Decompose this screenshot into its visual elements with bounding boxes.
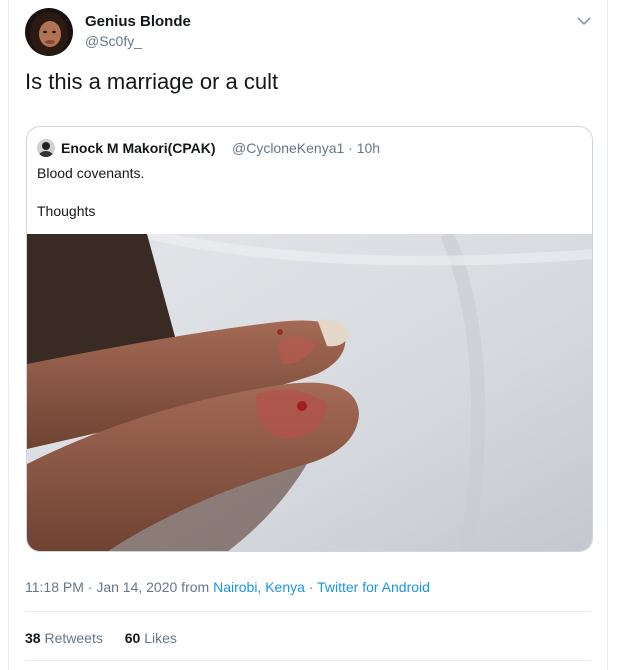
meta-separator: ·: [308, 579, 314, 595]
source-link[interactable]: Twitter for Android: [317, 579, 430, 595]
tweet-meta: 11:18 PM · Jan 14, 2020 from Nairobi, Ke…: [25, 579, 430, 595]
author-avatar[interactable]: [25, 8, 73, 56]
quoted-text-line: Thoughts: [37, 203, 96, 219]
retweets-stat[interactable]: 38 Retweets: [25, 630, 103, 646]
quoted-text-line: Blood covenants.: [37, 165, 145, 181]
quoted-tweet[interactable]: Enock M Makori(CPAK) @CycloneKenya1 · 10…: [26, 126, 593, 552]
divider: [25, 611, 591, 612]
tweet-text: Is this a marriage or a cult: [25, 69, 279, 94]
quoted-author-name: Enock M Makori(CPAK): [61, 140, 216, 156]
likes-stat[interactable]: 60 Likes: [125, 630, 177, 646]
quoted-photo[interactable]: [27, 229, 592, 551]
author-handle[interactable]: @Sc0fy_: [85, 33, 142, 49]
quoted-author-handle: @CycloneKenya1 · 10h: [232, 140, 381, 156]
quoted-avatar: [37, 139, 55, 157]
author-name[interactable]: Genius Blonde: [85, 13, 191, 30]
retweets-label: Retweets: [44, 630, 103, 646]
tweet-card: Genius Blonde @Sc0fy_ Is this a marriage…: [8, 0, 608, 670]
divider: [25, 660, 591, 661]
likes-label: Likes: [144, 630, 177, 646]
likes-count: 60: [124, 630, 141, 646]
chevron-down-icon[interactable]: [575, 12, 593, 30]
location-link[interactable]: Nairobi, Kenya: [213, 579, 305, 595]
retweets-count: 38: [25, 630, 41, 646]
tweet-stats: 38 Retweets 60 Likes: [25, 630, 195, 646]
timestamp[interactable]: 11:18 PM · Jan 14, 2020 from: [25, 579, 209, 595]
